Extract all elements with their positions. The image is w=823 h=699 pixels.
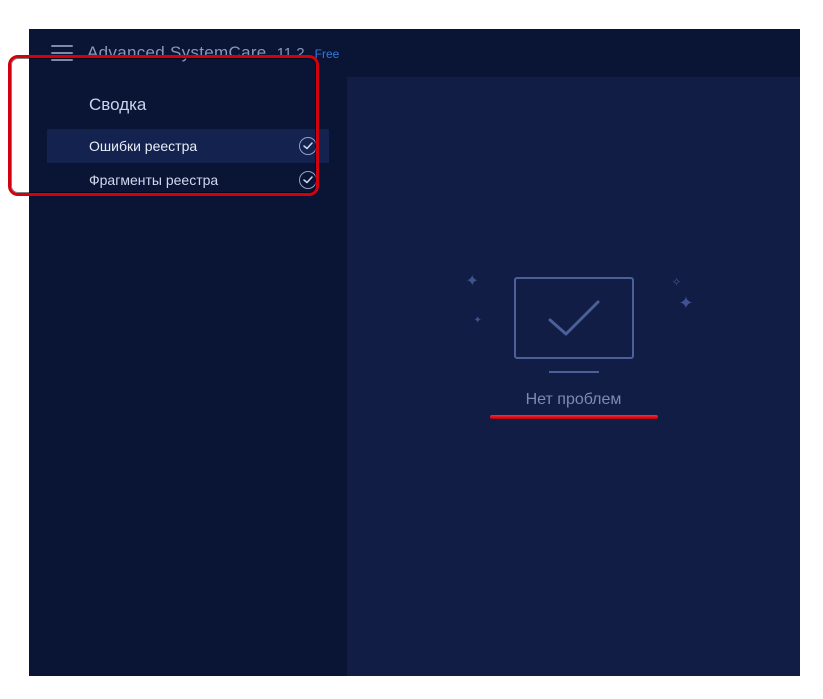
sidebar-item-label: Фрагменты реестра <box>89 172 299 188</box>
no-problems-block: ✦ ✦ ✧ ✦ Нет проблем <box>444 277 704 419</box>
sparkle-icon: ✦ <box>678 293 693 314</box>
hamburger-icon[interactable] <box>51 45 73 61</box>
title-bar: Advanced SystemCare 11.2 Free <box>29 29 800 77</box>
sparkle-icon: ✦ <box>466 271 479 291</box>
content-area: Сводка Ошибки реестра Фрагменты реестра <box>29 77 800 676</box>
sidebar-item-registry-errors[interactable]: Ошибки реестра <box>47 129 329 163</box>
app-name-label: Advanced SystemCare <box>87 43 267 63</box>
check-icon <box>299 137 317 155</box>
app-title: Advanced SystemCare 11.2 Free <box>87 43 339 63</box>
summary-title: Сводка <box>47 93 329 129</box>
main-panel: ✦ ✦ ✧ ✦ Нет проблем <box>347 77 800 676</box>
sidebar-item-registry-fragments[interactable]: Фрагменты реестра <box>47 163 329 197</box>
check-icon <box>299 171 317 189</box>
sidebar-item-label: Ошибки реестра <box>89 138 299 154</box>
status-text: Нет проблем <box>444 391 704 409</box>
monitor-stand <box>549 367 599 373</box>
sidebar: Сводка Ошибки реестра Фрагменты реестра <box>29 77 347 676</box>
annotation-underline <box>490 415 658 419</box>
summary-panel: Сводка Ошибки реестра Фрагменты реестра <box>47 85 329 211</box>
app-version-label: 11.2 <box>277 45 305 62</box>
sparkle-icon: ✦ <box>474 315 482 326</box>
app-edition-label: Free <box>315 47 340 61</box>
app-window: Advanced SystemCare 11.2 Free Сводка Оши… <box>29 29 800 676</box>
sparkle-icon: ✧ <box>671 275 681 289</box>
monitor-ok-icon <box>514 277 634 359</box>
